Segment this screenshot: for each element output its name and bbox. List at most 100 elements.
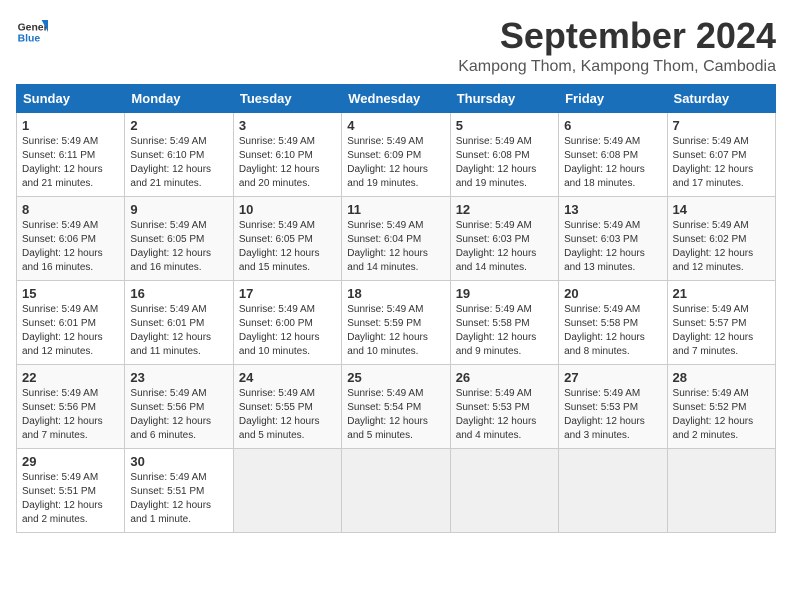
day-info: Sunrise: 5:49 AM Sunset: 5:54 PM Dayligh…	[347, 387, 444, 443]
calendar-cell: 9 Sunrise: 5:49 AM Sunset: 6:05 PM Daylig…	[125, 196, 233, 280]
day-number: 21	[673, 286, 770, 301]
calendar-cell: 1 Sunrise: 5:49 AM Sunset: 6:11 PM Daylig…	[17, 112, 125, 196]
day-number: 14	[673, 202, 770, 217]
calendar-cell	[667, 448, 775, 532]
day-number: 23	[130, 370, 227, 385]
col-saturday: Saturday	[667, 84, 775, 112]
calendar-cell: 10 Sunrise: 5:49 AM Sunset: 6:05 PM Dayli…	[233, 196, 341, 280]
calendar-cell: 3 Sunrise: 5:49 AM Sunset: 6:10 PM Daylig…	[233, 112, 341, 196]
day-info: Sunrise: 5:49 AM Sunset: 6:10 PM Dayligh…	[130, 135, 227, 191]
day-info: Sunrise: 5:49 AM Sunset: 5:57 PM Dayligh…	[673, 303, 770, 359]
day-number: 10	[239, 202, 336, 217]
month-title: September 2024	[458, 16, 776, 56]
calendar-cell: 29 Sunrise: 5:49 AM Sunset: 5:51 PM Dayli…	[17, 448, 125, 532]
day-info: Sunrise: 5:49 AM Sunset: 5:56 PM Dayligh…	[22, 387, 119, 443]
day-info: Sunrise: 5:49 AM Sunset: 5:53 PM Dayligh…	[456, 387, 553, 443]
day-info: Sunrise: 5:49 AM Sunset: 5:59 PM Dayligh…	[347, 303, 444, 359]
day-number: 30	[130, 454, 227, 469]
calendar-cell: 23 Sunrise: 5:49 AM Sunset: 5:56 PM Dayli…	[125, 364, 233, 448]
calendar-cell: 7 Sunrise: 5:49 AM Sunset: 6:07 PM Daylig…	[667, 112, 775, 196]
day-number: 18	[347, 286, 444, 301]
day-number: 2	[130, 118, 227, 133]
day-number: 13	[564, 202, 661, 217]
day-info: Sunrise: 5:49 AM Sunset: 6:03 PM Dayligh…	[564, 219, 661, 275]
day-info: Sunrise: 5:49 AM Sunset: 6:06 PM Dayligh…	[22, 219, 119, 275]
day-number: 1	[22, 118, 119, 133]
calendar-cell: 6Sunrise: 5:49 AM Sunset: 6:08 PM Daylig…	[559, 112, 667, 196]
day-number: 17	[239, 286, 336, 301]
day-number: 20	[564, 286, 661, 301]
calendar-cell: 4 Sunrise: 5:49 AM Sunset: 6:09 PM Daylig…	[342, 112, 450, 196]
day-number: 3	[239, 118, 336, 133]
day-number: 12	[456, 202, 553, 217]
col-tuesday: Tuesday	[233, 84, 341, 112]
calendar-cell: 28 Sunrise: 5:49 AM Sunset: 5:52 PM Dayli…	[667, 364, 775, 448]
day-number: 16	[130, 286, 227, 301]
day-info: Sunrise: 5:49 AM Sunset: 6:05 PM Dayligh…	[239, 219, 336, 275]
calendar-cell: 2 Sunrise: 5:49 AM Sunset: 6:10 PM Daylig…	[125, 112, 233, 196]
calendar-cell: 14 Sunrise: 5:49 AM Sunset: 6:02 PM Dayli…	[667, 196, 775, 280]
day-info: Sunrise: 5:49 AM Sunset: 6:00 PM Dayligh…	[239, 303, 336, 359]
day-number: 9	[130, 202, 227, 217]
header-row: Sunday Monday Tuesday Wednesday Thursday…	[17, 84, 776, 112]
day-number: 29	[22, 454, 119, 469]
calendar-week-0: 1 Sunrise: 5:49 AM Sunset: 6:11 PM Daylig…	[17, 112, 776, 196]
calendar-cell: 13 Sunrise: 5:49 AM Sunset: 6:03 PM Dayli…	[559, 196, 667, 280]
location-subtitle: Kampong Thom, Kampong Thom, Cambodia	[458, 58, 776, 76]
day-number: 24	[239, 370, 336, 385]
calendar-cell: 24Sunrise: 5:49 AM Sunset: 5:55 PM Dayli…	[233, 364, 341, 448]
calendar-week-1: 8 Sunrise: 5:49 AM Sunset: 6:06 PM Daylig…	[17, 196, 776, 280]
day-info: Sunrise: 5:49 AM Sunset: 6:03 PM Dayligh…	[456, 219, 553, 275]
calendar-cell	[450, 448, 558, 532]
col-monday: Monday	[125, 84, 233, 112]
day-info: Sunrise: 5:49 AM Sunset: 6:11 PM Dayligh…	[22, 135, 119, 191]
day-info: Sunrise: 5:49 AM Sunset: 5:58 PM Dayligh…	[564, 303, 661, 359]
svg-text:Blue: Blue	[18, 34, 41, 45]
title-block: September 2024 Kampong Thom, Kampong Tho…	[458, 16, 776, 76]
calendar-cell: 17 Sunrise: 5:49 AM Sunset: 6:00 PM Dayli…	[233, 280, 341, 364]
calendar-cell	[559, 448, 667, 532]
calendar-cell	[342, 448, 450, 532]
day-number: 6	[564, 118, 661, 133]
day-number: 22	[22, 370, 119, 385]
calendar-cell: 5 Sunrise: 5:49 AM Sunset: 6:08 PM Daylig…	[450, 112, 558, 196]
day-number: 5	[456, 118, 553, 133]
day-number: 19	[456, 286, 553, 301]
calendar-cell: 11Sunrise: 5:49 AM Sunset: 6:04 PM Dayli…	[342, 196, 450, 280]
day-number: 25	[347, 370, 444, 385]
calendar-cell: 25 Sunrise: 5:49 AM Sunset: 5:54 PM Dayli…	[342, 364, 450, 448]
day-info: Sunrise: 5:49 AM Sunset: 5:51 PM Dayligh…	[22, 471, 119, 527]
col-friday: Friday	[559, 84, 667, 112]
day-info: Sunrise: 5:49 AM Sunset: 6:02 PM Dayligh…	[673, 219, 770, 275]
day-number: 27	[564, 370, 661, 385]
day-info: Sunrise: 5:49 AM Sunset: 6:04 PM Dayligh…	[347, 219, 444, 275]
col-wednesday: Wednesday	[342, 84, 450, 112]
page-header: General Blue September 2024 Kampong Thom…	[16, 16, 776, 76]
calendar-cell: 20 Sunrise: 5:49 AM Sunset: 5:58 PM Dayli…	[559, 280, 667, 364]
col-sunday: Sunday	[17, 84, 125, 112]
calendar-week-3: 22 Sunrise: 5:49 AM Sunset: 5:56 PM Dayli…	[17, 364, 776, 448]
day-number: 8	[22, 202, 119, 217]
calendar-cell: 18 Sunrise: 5:49 AM Sunset: 5:59 PM Dayli…	[342, 280, 450, 364]
day-info: Sunrise: 5:49 AM Sunset: 6:05 PM Dayligh…	[130, 219, 227, 275]
day-info: Sunrise: 5:49 AM Sunset: 6:08 PM Dayligh…	[456, 135, 553, 191]
logo-icon: General Blue	[16, 16, 48, 48]
calendar-week-4: 29 Sunrise: 5:49 AM Sunset: 5:51 PM Dayli…	[17, 448, 776, 532]
day-info: Sunrise: 5:49 AM Sunset: 6:09 PM Dayligh…	[347, 135, 444, 191]
day-info: Sunrise: 5:49 AM Sunset: 6:10 PM Dayligh…	[239, 135, 336, 191]
day-info: Sunrise: 5:49 AM Sunset: 5:58 PM Dayligh…	[456, 303, 553, 359]
day-info: Sunrise: 5:49 AM Sunset: 6:07 PM Dayligh…	[673, 135, 770, 191]
calendar-cell: 30 Sunrise: 5:49 AM Sunset: 5:51 PM Dayli…	[125, 448, 233, 532]
calendar-cell: 27Sunrise: 5:49 AM Sunset: 5:53 PM Dayli…	[559, 364, 667, 448]
day-info: Sunrise: 5:49 AM Sunset: 5:51 PM Dayligh…	[130, 471, 227, 527]
day-info: Sunrise: 5:49 AM Sunset: 5:52 PM Dayligh…	[673, 387, 770, 443]
day-number: 26	[456, 370, 553, 385]
calendar-cell: 21 Sunrise: 5:49 AM Sunset: 5:57 PM Dayli…	[667, 280, 775, 364]
calendar-table: Sunday Monday Tuesday Wednesday Thursday…	[16, 84, 776, 533]
day-info: Sunrise: 5:49 AM Sunset: 5:56 PM Dayligh…	[130, 387, 227, 443]
day-number: 7	[673, 118, 770, 133]
calendar-cell	[233, 448, 341, 532]
day-info: Sunrise: 5:49 AM Sunset: 6:01 PM Dayligh…	[22, 303, 119, 359]
day-number: 28	[673, 370, 770, 385]
day-number: 4	[347, 118, 444, 133]
